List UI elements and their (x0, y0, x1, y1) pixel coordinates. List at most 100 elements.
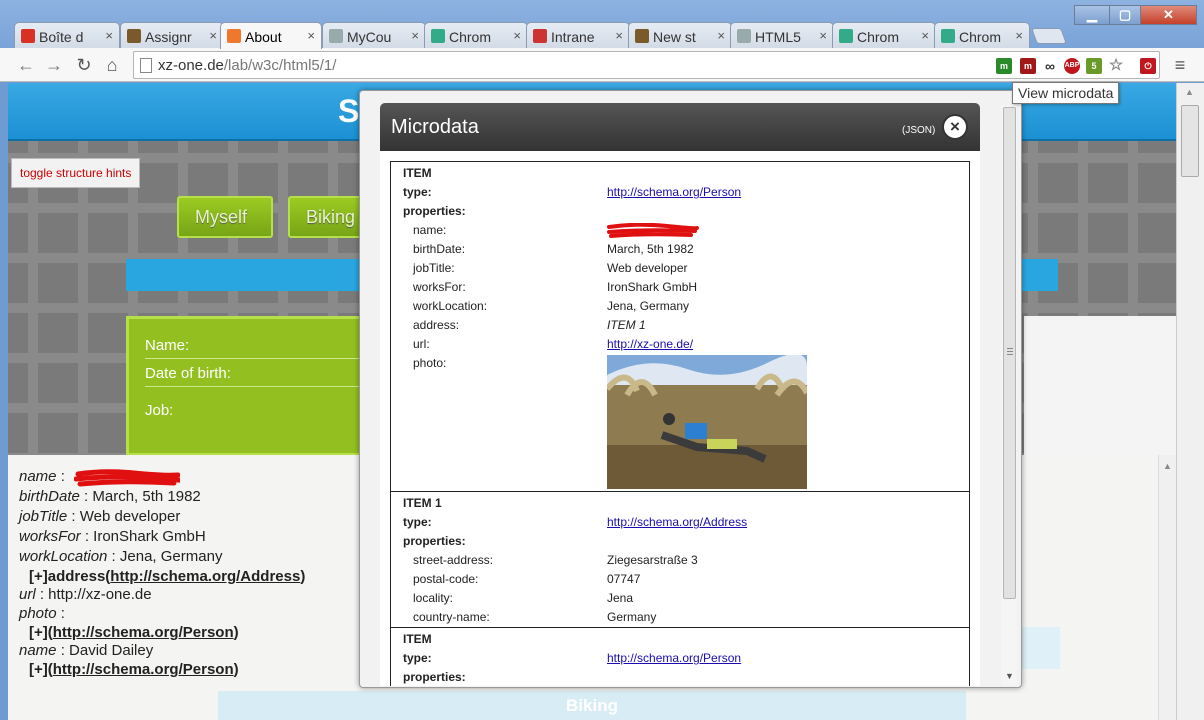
tab-close-icon[interactable]: × (1015, 28, 1023, 43)
structure-value: : (56, 468, 65, 485)
popup-title: Microdata (391, 116, 479, 138)
property-value[interactable]: http://xz-one.de/ (607, 337, 693, 351)
tab-label: Assignr (145, 29, 192, 45)
tab-8[interactable]: Chrom × (832, 22, 936, 48)
type-link[interactable]: http://schema.org/Person (607, 185, 741, 199)
toggle-structure-hints-button[interactable]: toggle structure hints (11, 158, 141, 188)
structure-key: name (19, 468, 57, 485)
forward-icon[interactable]: → (42, 53, 66, 77)
url-path: /lab/w3c/html5/1/ (223, 57, 337, 74)
nav-biking[interactable]: Biking (288, 196, 368, 238)
property-value: March, 5th 1982 (607, 242, 694, 256)
tab-strip: Boîte d × Assignr × About × MyCou × Chrom × Intran… (0, 0, 1204, 49)
structure-row: url : http://xz-one.de (19, 586, 152, 603)
tab-9[interactable]: Chrom × (934, 22, 1030, 48)
tab-6[interactable]: New st × (628, 22, 732, 48)
hints-scrollbar[interactable]: ▲ (1158, 455, 1176, 720)
properties-label: properties: (403, 534, 466, 548)
tab-close-icon[interactable]: × (615, 28, 623, 43)
reload-icon[interactable]: ↻ (72, 53, 96, 77)
structure-value: : (56, 605, 65, 622)
redacted-value (607, 222, 699, 239)
extension-icon-3[interactable]: ABP (1064, 58, 1080, 74)
structure-link-row: [+](http://schema.org/Person) (29, 624, 239, 641)
properties-label: properties: (403, 670, 466, 684)
extension-icon-4[interactable]: 5 (1086, 58, 1102, 74)
type-link[interactable]: http://schema.org/Address (607, 515, 747, 529)
back-icon[interactable]: ← (14, 53, 38, 77)
tab-0[interactable]: Boîte d × (14, 22, 120, 48)
structure-key: jobTitle (19, 508, 68, 525)
scroll-down-icon[interactable]: ▼ (1005, 671, 1014, 681)
link-suffix: ) (300, 568, 306, 585)
link-prefix: [+]( (29, 661, 53, 678)
link-suffix: ) (233, 661, 239, 678)
structure-value: : Web developer (67, 508, 181, 525)
tab-close-icon[interactable]: × (513, 28, 521, 43)
popup-scrollbar-thumb[interactable] (1003, 107, 1016, 599)
tab-5[interactable]: Intrane × (526, 22, 630, 48)
new-tab-button[interactable] (1031, 28, 1067, 44)
structure-link-row: [+](http://schema.org/Person) (29, 661, 239, 678)
tab-4[interactable]: Chrom × (424, 22, 528, 48)
tab-favicon-icon (533, 29, 547, 43)
tab-close-icon[interactable]: × (209, 28, 217, 43)
tab-close-icon[interactable]: × (921, 28, 929, 43)
minimize-button[interactable]: ▁ (1074, 5, 1110, 25)
tab-close-icon[interactable]: × (717, 28, 725, 43)
property-value: IronShark GmbH (607, 280, 698, 294)
close-window-button[interactable]: ✕ (1140, 5, 1197, 25)
property-name: country-name: (413, 610, 490, 624)
type-link[interactable]: http://schema.org/Person (607, 651, 741, 665)
nav-myself[interactable]: Myself (177, 196, 273, 238)
property-name: street-address: (413, 553, 494, 567)
link-prefix: [+]( (29, 624, 53, 641)
tab-3[interactable]: MyCou × (322, 22, 426, 48)
close-popup-button[interactable]: × (942, 114, 968, 140)
scrollbar-thumb[interactable] (1181, 105, 1199, 177)
microdata-item: ITEM type: http://schema.org/Person propert… (390, 161, 970, 492)
page-panel (1024, 316, 1176, 456)
property-name: url: (413, 337, 430, 351)
page-scrollbar[interactable]: ▲ (1176, 83, 1204, 720)
photo-image[interactable] (607, 355, 807, 489)
extension-icon-2[interactable]: ∞ (1042, 58, 1058, 74)
address-bar[interactable]: xz-one.de/lab/w3c/html5/1/ m m ∞ ABP 5 ☆ ⏻ (133, 51, 1160, 79)
structure-row: workLocation : Jena, Germany (19, 548, 222, 565)
structure-key: photo (19, 605, 57, 622)
tab-label: Chrom (857, 29, 900, 45)
tab-favicon-icon (737, 29, 751, 43)
extension-icon-1[interactable]: m (1020, 58, 1036, 74)
item-heading: ITEM 1 (403, 496, 442, 510)
extension-icon-6[interactable]: ⏻ (1140, 58, 1156, 74)
menu-icon[interactable]: ≡ (1168, 53, 1192, 77)
home-icon[interactable]: ⌂ (100, 53, 124, 77)
tab-label: HTML5 (755, 29, 801, 45)
tab-2[interactable]: About × (220, 22, 322, 49)
scroll-up-icon[interactable]: ▲ (1163, 461, 1172, 471)
extension-icon-5[interactable]: ☆ (1108, 58, 1124, 74)
maximize-button[interactable]: ▢ (1109, 5, 1141, 25)
schema-link[interactable]: http://schema.org/Person (53, 624, 234, 641)
structure-row: name : (19, 468, 65, 485)
tab-close-icon[interactable]: × (105, 28, 113, 43)
type-label: type: (403, 651, 432, 665)
popup-scrollbar[interactable]: ▼ (1001, 105, 1017, 685)
tab-close-icon[interactable]: × (819, 28, 827, 43)
type-label: type: (403, 515, 432, 529)
type-label: type: (403, 185, 432, 199)
extension-icon-0[interactable]: m (996, 58, 1012, 74)
property-value: ITEM 1 (607, 318, 646, 332)
site-title: S (338, 93, 360, 129)
tab-close-icon[interactable]: × (307, 28, 315, 43)
json-link[interactable]: (JSON) (902, 125, 935, 136)
scroll-up-icon[interactable]: ▲ (1185, 87, 1194, 97)
tab-label: Chrom (959, 29, 1002, 45)
tab-1[interactable]: Assignr × (120, 22, 224, 48)
tab-7[interactable]: HTML5 × (730, 22, 834, 48)
property-value: Web developer (607, 261, 688, 275)
job-label: Job: (145, 402, 174, 419)
tab-close-icon[interactable]: × (411, 28, 419, 43)
schema-link[interactable]: http://schema.org/Address (110, 568, 300, 585)
schema-link[interactable]: http://schema.org/Person (53, 661, 234, 678)
